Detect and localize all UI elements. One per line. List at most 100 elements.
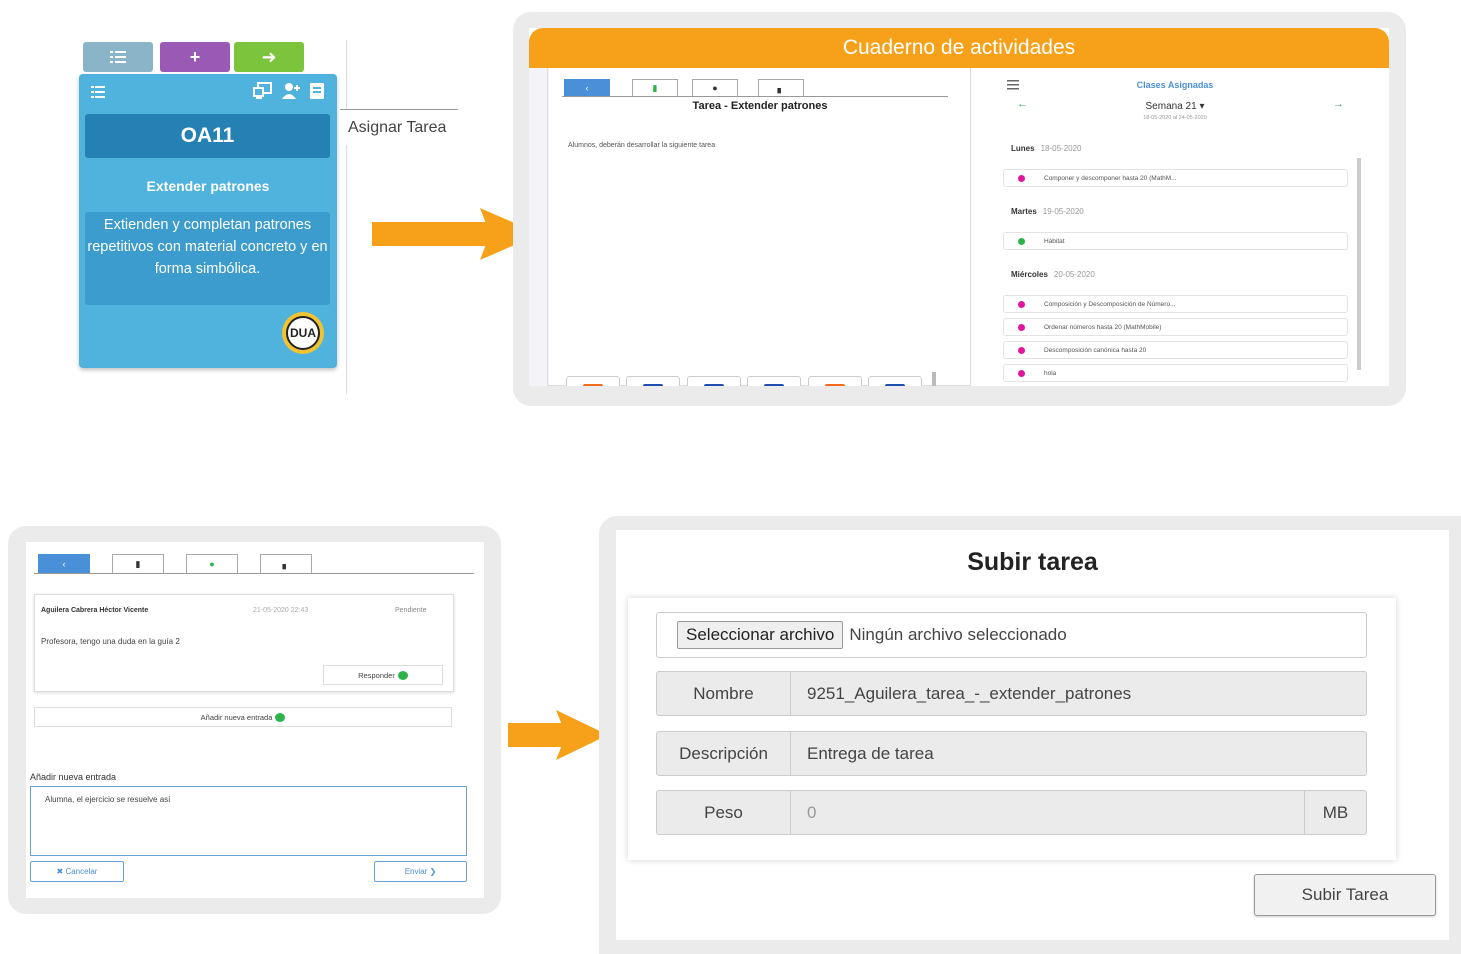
- scrollbar[interactable]: [1357, 158, 1361, 370]
- oa-description-text: Extienden y completan patrones repetitiv…: [87, 217, 328, 277]
- file-word-3[interactable]: W: [747, 376, 801, 386]
- tab-notebook[interactable]: ▮: [632, 79, 678, 96]
- class-item[interactable]: Descomposición canónica hasta 20: [1003, 341, 1348, 359]
- file-input[interactable]: Seleccionar archivo Ningún archivo selec…: [656, 612, 1367, 658]
- day-name: Martes: [1011, 207, 1037, 216]
- file-ppt-1[interactable]: P: [566, 376, 620, 386]
- plus-icon: +: [189, 46, 201, 67]
- class-item-label: Componer y descomponer hasta 20 (MathM..…: [1044, 174, 1177, 182]
- new-entry-textarea[interactable]: Alumna, el ejercicio se resuelve así: [30, 786, 467, 856]
- cuaderno-window: Cuaderno de actividades ‹ ▮ ● ▖ Tarea - …: [529, 28, 1389, 386]
- select-file-button[interactable]: Seleccionar archivo: [677, 621, 844, 649]
- cancel-button[interactable]: ✖ Cancelar: [30, 861, 124, 882]
- file-ppt-2[interactable]: P: [808, 376, 862, 386]
- add-entry-label: Añadir nueva entrada: [200, 712, 273, 722]
- tab-files[interactable]: ▖: [758, 79, 804, 96]
- file-word-2[interactable]: W: [687, 376, 741, 386]
- tab-notebook[interactable]: ▮: [112, 554, 164, 573]
- assign-task-icon[interactable]: [253, 82, 273, 100]
- oa-title: OA11: [85, 114, 330, 158]
- weight-field[interactable]: Peso 0 MB: [656, 790, 1367, 835]
- list-view-button[interactable]: [83, 42, 153, 72]
- notebook-icon: ▮: [652, 82, 658, 93]
- tab-files[interactable]: ▖: [260, 554, 312, 573]
- dua-badge-label: DUA: [286, 316, 320, 350]
- class-item-label: Composición y Descomposición de Número..…: [1044, 300, 1176, 308]
- go-button[interactable]: ➜: [234, 42, 304, 72]
- tab-back[interactable]: ‹: [38, 554, 90, 573]
- upload-window: Subir tarea Seleccionar archivo Ningún a…: [616, 530, 1449, 940]
- status-dot: [1018, 347, 1025, 354]
- classes-pane: Clases Asignadas ← → Semana 21 ▾ 18-05-2…: [985, 74, 1365, 386]
- day-name: Lunes: [1011, 144, 1035, 153]
- dua-badge: DUA: [282, 312, 324, 354]
- tab-back[interactable]: ‹: [564, 79, 610, 96]
- week-selector[interactable]: Semana 21 ▾: [985, 101, 1365, 112]
- status-dot: [1018, 324, 1025, 331]
- name-label: Nombre: [657, 672, 791, 715]
- oa-subtitle: Extender patrones: [146, 178, 270, 194]
- oa-card[interactable]: OA11 Extender patrones Extienden y compl…: [79, 74, 337, 368]
- day-date: 20-05-2020: [1053, 270, 1095, 279]
- cuaderno-header: Cuaderno de actividades: [529, 28, 1389, 68]
- name-field[interactable]: Nombre 9251_Aguilera_tarea_-_extender_pa…: [656, 671, 1367, 716]
- class-item[interactable]: Ordenar números hasta 20 (MathMobile): [1003, 318, 1348, 336]
- tab-underline: [562, 96, 948, 97]
- file-word-4[interactable]: W: [868, 376, 922, 386]
- post-message: Profesora, tengo una duda en la guía 2: [41, 637, 180, 646]
- weight-value[interactable]: 0: [791, 791, 1304, 834]
- word-icon: W: [764, 384, 784, 386]
- class-item[interactable]: Componer y descomponer hasta 20 (MathM..…: [1003, 169, 1348, 187]
- name-value[interactable]: 9251_Aguilera_tarea_-_extender_patrones: [791, 672, 1366, 715]
- forum-window: ‹ ▮ ● ▖ Aguilera Cabrera Héctor Vicente …: [26, 542, 484, 898]
- add-user-icon[interactable]: [281, 82, 301, 100]
- file-icon: ▖: [777, 82, 785, 93]
- file-word-1[interactable]: W: [626, 376, 680, 386]
- powerpoint-icon: P: [583, 384, 603, 386]
- day-name: Miércoles: [1011, 270, 1048, 279]
- comment-icon: [397, 670, 408, 680]
- task-title: Tarea - Extender patrones: [692, 100, 828, 112]
- flow-arrow-icon: [508, 710, 608, 760]
- list-icon: [110, 51, 126, 63]
- description-value[interactable]: Entrega de tarea: [791, 732, 1366, 775]
- week-range: 18-05-2020 al 24-05-2020: [1143, 115, 1207, 121]
- class-item[interactable]: Hábitat: [1003, 232, 1348, 250]
- assign-task-tooltip: Asignar Tarea: [340, 109, 458, 145]
- day-monday: Lunes 18-05-2020: [1011, 144, 1081, 153]
- post-status: Pendiente: [395, 607, 427, 614]
- oa-description: Extienden y completan patrones repetitiv…: [85, 212, 330, 305]
- word-icon: W: [643, 384, 663, 386]
- submit-task-button[interactable]: Subir Tarea: [1254, 874, 1436, 916]
- divider: [346, 40, 347, 394]
- menu-icon[interactable]: [91, 86, 105, 98]
- powerpoint-icon: P: [825, 384, 845, 386]
- class-item-label: Hábitat: [1044, 237, 1065, 245]
- class-item-label: hola: [1044, 369, 1057, 377]
- class-item-label: Descomposición canónica hasta 20: [1044, 346, 1147, 354]
- chevron-left-icon: ‹: [585, 83, 589, 93]
- status-dot: [1018, 370, 1025, 377]
- file-icon: ▖: [282, 558, 290, 569]
- description-field[interactable]: Descripción Entrega de tarea: [656, 731, 1367, 776]
- comment-icon: ●: [712, 83, 718, 93]
- day-date: 18-05-2020: [1040, 144, 1082, 153]
- class-item-label: Ordenar números hasta 20 (MathMobile): [1044, 323, 1162, 331]
- status-dot: [1018, 301, 1025, 308]
- class-item[interactable]: hola: [1003, 364, 1348, 382]
- scrollbar[interactable]: [932, 372, 936, 386]
- add-entry-button[interactable]: Añadir nueva entrada: [34, 707, 452, 727]
- tab-comments[interactable]: ●: [692, 79, 738, 96]
- send-button[interactable]: Enviar ❯: [374, 861, 467, 882]
- upload-title: Subir tarea: [967, 548, 1098, 576]
- status-dot: [1018, 175, 1025, 182]
- add-button[interactable]: +: [160, 42, 230, 72]
- description-label: Descripción: [657, 732, 791, 775]
- status-dot: [1018, 238, 1025, 245]
- class-item[interactable]: Composición y Descomposición de Número..…: [1003, 295, 1348, 313]
- notebook-icon[interactable]: [309, 82, 325, 100]
- side-decoration: [529, 68, 549, 386]
- reply-button[interactable]: Responder: [323, 665, 443, 685]
- tab-comments[interactable]: ●: [186, 554, 238, 573]
- post-author: Aguilera Cabrera Héctor Vicente: [41, 607, 149, 614]
